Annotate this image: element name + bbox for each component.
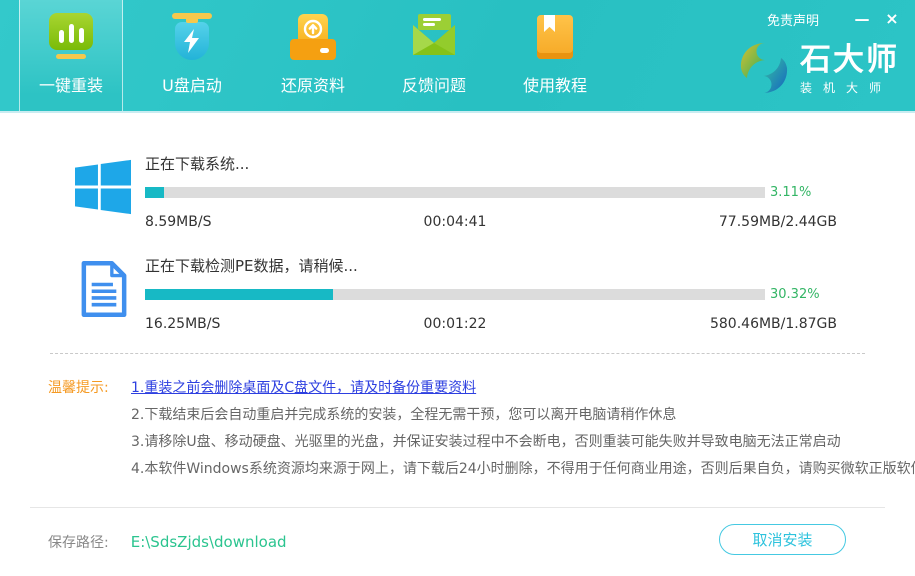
tab-label: U盘启动 [162, 72, 222, 96]
tab-label: 还原资料 [281, 72, 345, 96]
tab-label: 使用教程 [523, 72, 587, 96]
tab-label: 反馈问题 [402, 72, 466, 96]
progress-bar [145, 187, 765, 198]
download-size: 580.46MB/1.87GB [710, 316, 837, 332]
footer-bar: 保存路径: E:\SdsZjds\download 取消安装 [30, 507, 885, 576]
windows-logo-icon [75, 159, 131, 215]
tip-item: 3.请移除U盘、移动硬盘、光驱里的光盘，并保证安装过程中不会断电，否则重装可能失… [131, 429, 915, 456]
tab-onekey-reinstall[interactable]: 一键重装 [19, 0, 123, 111]
save-path-value: E:\SdsZjds\download [131, 533, 287, 551]
brand-name: 石大师 [800, 44, 899, 76]
progress-percent: 30.32% [770, 287, 820, 302]
tutorial-book-icon [532, 13, 578, 63]
tip-item: 2.下载结束后会自动重启并完成系统的安装，全程无需干预，您可以离开电脑请稍作休息 [131, 402, 915, 429]
title-bar: 一键重装 U盘启动 [0, 0, 915, 113]
download-speed: 16.25MB/S [145, 316, 220, 332]
download-title: 正在下载检测PE数据，请稍候... [145, 255, 837, 276]
download-title: 正在下载系统... [145, 153, 837, 174]
minimize-icon[interactable]: — [847, 9, 877, 29]
tips-label: 温馨提示: [48, 375, 126, 483]
brand-logo: 石大师 装机大师 [736, 40, 899, 100]
disclaimer-link[interactable]: 免责声明 [767, 10, 819, 29]
tab-usb-boot[interactable]: U盘启动 [140, 0, 244, 111]
download-time: 00:04:41 [424, 214, 487, 230]
tip-item: 4.本软件Windows系统资源均来源于网上，请下载后24小时删除，不得用于任何… [131, 456, 915, 483]
close-icon[interactable]: × [877, 9, 907, 29]
tab-restore-data[interactable]: 还原资料 [261, 0, 365, 111]
brand-swirl-icon [736, 40, 792, 100]
dashed-divider [50, 353, 865, 354]
download-time: 00:01:22 [424, 316, 487, 332]
tab-label: 一键重装 [39, 72, 103, 96]
tip-item: 1.重装之前会删除桌面及C盘文件，请及时备份重要资料 [131, 375, 915, 402]
window-controls: 免责声明 — × [767, 9, 915, 29]
progress-percent: 3.11% [770, 185, 811, 200]
feedback-mail-icon [411, 13, 457, 63]
usb-drive-icon [169, 13, 215, 63]
chart-bars-icon [48, 13, 94, 63]
download-size: 77.59MB/2.44GB [719, 214, 837, 230]
restore-box-icon [290, 13, 336, 63]
nav-tabs: 一键重装 U盘启动 [19, 0, 624, 111]
progress-bar [145, 289, 765, 300]
download-row-system: 正在下载系统... 3.11% 8.59MB/S 00:04:41 77.59M… [75, 153, 837, 230]
cancel-install-button[interactable]: 取消安装 [719, 524, 846, 555]
download-speed: 8.59MB/S [145, 214, 211, 230]
progress-fill [145, 187, 164, 198]
brand-subtitle: 装机大师 [800, 79, 899, 96]
tips-block: 温馨提示: 1.重装之前会删除桌面及C盘文件，请及时备份重要资料 2.下载结束后… [48, 375, 885, 483]
progress-fill [145, 289, 333, 300]
save-path-label: 保存路径: [48, 532, 109, 552]
document-icon [79, 261, 135, 317]
tab-tutorial[interactable]: 使用教程 [503, 0, 607, 111]
tab-feedback[interactable]: 反馈问题 [382, 0, 486, 111]
download-row-pe: 正在下载检测PE数据，请稍候... 30.32% 16.25MB/S 00:01… [75, 255, 837, 332]
